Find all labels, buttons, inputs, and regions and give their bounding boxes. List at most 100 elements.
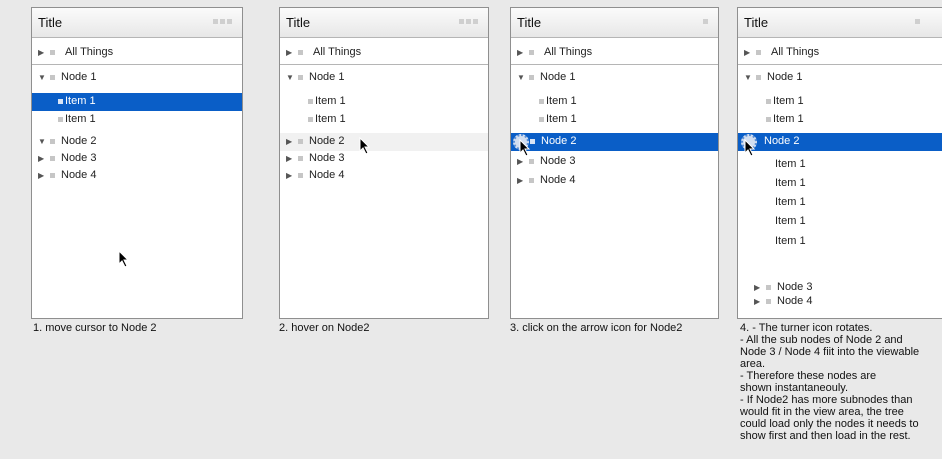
tree-row-node-4[interactable]: ▶ Node 4 [738,293,942,311]
tree-row-node-4[interactable]: ▶ Node 4 [280,167,488,185]
row-label: Node 4 [61,169,97,181]
window-controls-icon[interactable] [213,19,232,24]
node-icon [539,116,544,122]
root-row-all-things[interactable]: ▶ All Things [280,38,488,65]
row-label: Item 1 [65,113,96,125]
tree-row-node-4[interactable]: ▶ Node 4 [32,167,242,185]
panel-titlebar: Title [280,8,488,38]
disclosure-right-icon[interactable]: ▶ [38,154,48,163]
disclosure-right-icon[interactable]: ▶ [517,176,527,185]
tree-row-item-1[interactable]: Item 1 [738,111,942,129]
row-label: Node 2 [541,135,577,147]
tree-row-sub-item[interactable]: Item 1 [738,213,942,231]
row-label: Item 1 [775,177,806,189]
row-label: All Things [771,46,820,58]
node-icon [50,74,55,80]
row-label: Node 3 [61,152,97,164]
panel-titlebar: Title [738,8,942,38]
tree-panel-1: Title ▶ All Things ▼ Node 1 Item 1 Item 1 … [31,7,243,319]
node-icon [308,116,313,122]
tree-row-sub-item[interactable]: Item 1 [738,175,942,193]
node-icon [298,49,303,55]
tree-row-node-1[interactable]: ▼ Node 1 [280,69,488,87]
disclosure-down-icon[interactable]: ▼ [744,73,754,82]
node-icon [766,98,771,104]
node-icon [50,155,55,161]
disclosure-right-icon[interactable]: ▶ [517,157,527,166]
disclosure-right-icon[interactable]: ▶ [38,48,48,57]
disclosure-right-icon[interactable]: ▶ [744,48,754,57]
node-icon [766,284,771,290]
disclosure-down-icon[interactable]: ▼ [517,73,527,82]
row-label: Item 1 [775,235,806,247]
tree-row-sub-item[interactable]: Item 1 [738,156,942,174]
mouse-cursor-icon [359,137,371,155]
row-label: Item 1 [773,95,804,107]
mouse-cursor-icon [118,250,130,268]
mouse-cursor-icon [519,139,531,157]
disclosure-down-icon[interactable]: ▼ [38,73,48,82]
tree-row-item-1[interactable]: Item 1 [738,93,942,111]
row-label: Item 1 [315,95,346,107]
window-controls-icon[interactable] [915,19,920,24]
row-label: Node 3 [540,155,576,167]
root-row-all-things[interactable]: ▶ All Things [511,38,718,65]
row-label: Node 1 [61,71,97,83]
disclosure-right-icon[interactable]: ▶ [754,297,764,306]
disclosure-right-icon[interactable]: ▶ [286,154,296,163]
row-label: Item 1 [773,113,804,125]
tree-panel-4: Title ▶ All Things ▼ Node 1 Item 1 Item 1 … [737,7,942,319]
window-controls-icon[interactable] [703,19,708,24]
tree-row-node-2-selected[interactable]: Node 2 [511,133,718,151]
disclosure-down-icon[interactable]: ▼ [38,137,48,146]
tree-row-item-1-selected[interactable]: Item 1 [32,93,242,111]
tree-row-node-2-hover[interactable]: ▶ Node 2 [280,133,488,151]
tree-row-sub-item[interactable]: Item 1 [738,194,942,212]
tree-row-item-1[interactable]: Item 1 [280,111,488,129]
tree-row-node-2[interactable]: ▼ Node 2 [32,133,242,151]
tree-row-node-1[interactable]: ▼ Node 1 [32,69,242,87]
disclosure-right-icon[interactable]: ▶ [517,48,527,57]
root-row-all-things[interactable]: ▶ All Things [738,38,942,65]
panel-titlebar: Title [32,8,242,38]
step-caption-4: 4. - The turner icon rotates. - All the … [740,322,920,442]
step-caption-3: 3. click on the arrow icon for Node2 [510,322,683,334]
tree-row-node-3[interactable]: ▶ Node 3 [511,153,718,171]
disclosure-right-icon[interactable]: ▶ [286,48,296,57]
tree-row-item-1[interactable]: Item 1 [32,111,242,129]
node-icon [298,138,303,144]
window-controls-icon[interactable] [459,19,478,24]
tree-row-node-3[interactable]: ▶ Node 3 [32,150,242,168]
node-icon [766,298,771,304]
tree-row-item-1[interactable]: Item 1 [280,93,488,111]
row-label: Item 1 [775,196,806,208]
disclosure-right-icon[interactable]: ▶ [286,137,296,146]
node-icon [298,74,303,80]
row-label: Node 1 [767,71,803,83]
disclosure-right-icon[interactable]: ▶ [754,283,764,292]
panel-title: Title [38,15,63,30]
row-label: Item 1 [775,215,806,227]
row-label: All Things [313,46,362,58]
node-icon [298,155,303,161]
root-row-all-things[interactable]: ▶ All Things [32,38,242,65]
node-icon [50,172,55,178]
tree-row-item-1[interactable]: Item 1 [511,111,718,129]
tree-row-item-1[interactable]: Item 1 [511,93,718,111]
tree-row-node-4[interactable]: ▶ Node 4 [511,172,718,190]
tree-row-node-2-selected[interactable]: Node 2 [738,133,942,151]
disclosure-right-icon[interactable]: ▶ [286,171,296,180]
tree-row-node-1[interactable]: ▼ Node 1 [738,69,942,87]
node-icon [766,116,771,122]
node-icon [529,177,534,183]
disclosure-down-icon[interactable]: ▼ [286,73,296,82]
row-label: Node 2 [309,135,345,147]
node-icon [529,74,534,80]
tree-row-node-1[interactable]: ▼ Node 1 [511,69,718,87]
tree-row-sub-item[interactable]: Item 1 [738,233,942,251]
panel-title: Title [744,15,769,30]
tree-row-node-3[interactable]: ▶ Node 3 [280,150,488,168]
disclosure-right-icon[interactable]: ▶ [38,171,48,180]
row-label: Item 1 [546,95,577,107]
tree-panel-2: Title ▶ All Things ▼ Node 1 Item 1 Item 1 … [279,7,489,319]
